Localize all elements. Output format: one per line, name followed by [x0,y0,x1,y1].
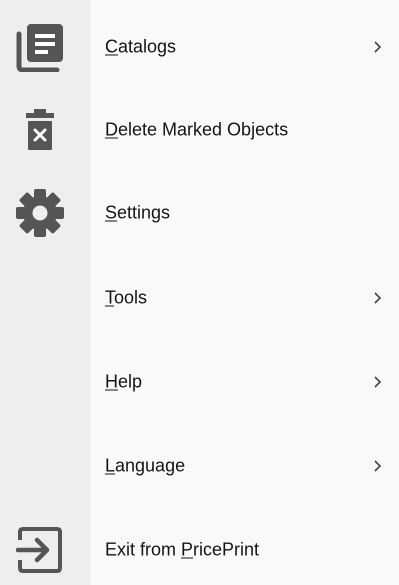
menu-item-exit[interactable]: Exit from PricePrint [0,522,399,578]
menu-item-help[interactable]: Help [0,354,399,410]
menu-item-language[interactable]: Language [0,438,399,494]
menu-item-label: Settings [105,202,171,223]
chevron-right-icon [371,289,385,307]
exit-icon [14,524,66,576]
menu-item-delete-marked-objects[interactable]: Delete Marked Objects [0,102,399,158]
menu-item-label: Language [105,455,186,476]
context-menu: Catalogs Delete Marked Objects Settings … [0,0,399,585]
menu-item-label: Delete Marked Objects [105,119,289,140]
delete-marked-icon [14,104,66,156]
chevron-right-icon [371,38,385,56]
menu-item-catalogs[interactable]: Catalogs [0,19,399,75]
menu-item-label: Help [105,371,143,392]
menu-item-label: Tools [105,287,148,308]
menu-item-settings[interactable]: Settings [0,185,399,241]
chevron-right-icon [371,373,385,391]
chevron-right-icon [371,457,385,475]
menu-item-label: Exit from PricePrint [105,539,260,560]
menu-item-tools[interactable]: Tools [0,270,399,326]
gear-icon [14,187,66,239]
menu-item-label: Catalogs [105,36,177,57]
catalogs-icon [14,21,66,73]
